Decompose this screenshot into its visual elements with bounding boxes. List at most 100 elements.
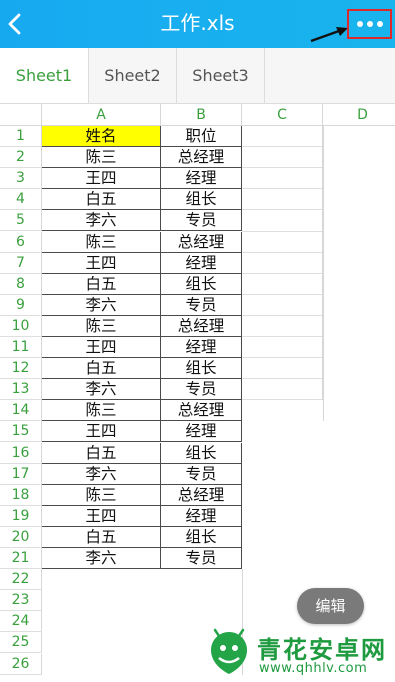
table-cell[interactable]: 王四 [42,252,161,274]
edit-button[interactable]: 编辑 [297,588,364,624]
grid-line [242,336,323,337]
table-cell[interactable]: 王四 [42,337,161,358]
tab-sheet2[interactable]: Sheet2 [89,48,177,103]
table-cell[interactable]: 陈三 [42,400,161,422]
table-cell[interactable]: 经理 [161,168,242,190]
row-header[interactable]: 11 [0,337,42,358]
table-cell[interactable]: 经理 [161,252,242,274]
table-cell[interactable]: 陈三 [42,147,161,169]
sheet-tabs: Sheet1 Sheet2 Sheet3 [0,48,395,104]
more-horizontal-icon [356,21,363,27]
table-cell[interactable]: 李六 [42,379,161,401]
row-header[interactable]: 6 [0,231,42,253]
grid-line [242,167,323,169]
table-cell[interactable]: 陈三 [42,231,161,253]
column-header-b[interactable]: B [161,104,242,126]
row-header[interactable]: 12 [0,358,42,380]
table-cell[interactable]: 白五 [42,273,161,295]
row-header[interactable]: 14 [0,400,42,422]
table-cell[interactable]: 白五 [42,189,161,211]
table-cell[interactable]: 总经理 [161,400,242,422]
table-cell[interactable]: 组长 [161,273,242,295]
grid-line [242,378,323,380]
row-header[interactable]: 24 [0,611,42,633]
grid-line [242,314,323,316]
table-cell[interactable]: 白五 [42,526,161,548]
row-header[interactable]: 18 [0,484,42,506]
row-header[interactable]: 25 [0,632,42,654]
grid-line [242,230,323,232]
row-header[interactable]: 2 [0,147,42,169]
site-watermark: 青花安卓网 www.qhhlv.com [205,628,393,682]
row-header[interactable]: 7 [0,252,42,274]
row-header[interactable]: 15 [0,421,42,443]
table-cell[interactable]: 经理 [161,421,242,443]
table-cell[interactable]: 陈三 [42,484,161,506]
table-cell[interactable]: 李六 [42,463,161,485]
row-header[interactable]: 9 [0,294,42,316]
table-cell[interactable]: 陈三 [42,315,161,337]
row-header[interactable]: 20 [0,526,42,548]
table-cell[interactable]: 专员 [161,294,242,316]
table-cell[interactable]: 李六 [42,210,161,232]
table-cell[interactable]: 专员 [161,210,242,232]
grid-line [323,126,324,422]
table-cell[interactable]: 王四 [42,505,161,527]
row-header[interactable]: 23 [0,590,42,612]
app-header: 工作.xls [0,0,395,48]
grid-line [242,399,323,401]
row-header[interactable]: 4 [0,189,42,211]
watermark-url: www.qhhlv.com [259,661,368,676]
column-header-d[interactable]: D [323,104,395,126]
row-header[interactable]: 5 [0,210,42,232]
grid-line [242,188,323,190]
table-cell[interactable]: 白五 [42,442,161,464]
table-cell[interactable]: 组长 [161,358,242,380]
header-cell[interactable]: 职位 [161,126,242,147]
table-cell[interactable]: 专员 [161,379,242,401]
row-header[interactable]: 1 [0,126,42,147]
row-header[interactable]: 26 [0,653,42,675]
row-header[interactable]: 13 [0,379,42,401]
table-cell[interactable]: 总经理 [161,315,242,337]
column-header-a[interactable]: A [42,104,161,126]
table-cell[interactable]: 王四 [42,421,161,443]
table-cell[interactable]: 经理 [161,337,242,358]
column-header-c[interactable]: C [242,104,323,126]
watermark-logo [211,628,247,674]
table-cell[interactable]: 专员 [161,463,242,485]
table-cell[interactable]: 经理 [161,505,242,527]
table-cell[interactable]: 总经理 [161,484,242,506]
grid-line [242,209,323,211]
table-cell[interactable]: 专员 [161,548,242,569]
table-cell[interactable]: 李六 [42,548,161,569]
row-header[interactable]: 3 [0,168,42,190]
grid-line [242,357,323,359]
grid-line [242,272,323,274]
table-cell[interactable]: 组长 [161,442,242,464]
grid-line [322,126,323,401]
row-header[interactable]: 19 [0,505,42,527]
header-cell[interactable]: 姓名 [42,126,161,147]
grid-line [242,293,323,295]
table-cell[interactable]: 王四 [42,168,161,190]
table-cell[interactable]: 李六 [42,294,161,316]
more-dot [366,21,373,27]
row-header[interactable]: 17 [0,463,42,485]
table-cell[interactable]: 组长 [161,189,242,211]
table-cell[interactable]: 白五 [42,358,161,380]
table-cell[interactable]: 组长 [161,526,242,548]
row-header[interactable]: 16 [0,442,42,464]
tab-sheet3[interactable]: Sheet3 [177,48,265,103]
row-header[interactable]: 22 [0,569,42,591]
more-dot [376,21,383,27]
tab-sheet1[interactable]: Sheet1 [0,48,89,103]
row-header[interactable]: 8 [0,273,42,295]
grid-corner[interactable] [0,104,42,126]
annotation-arrow [310,27,348,43]
row-header[interactable]: 10 [0,315,42,337]
table-cell[interactable]: 总经理 [161,231,242,253]
row-header[interactable]: 21 [0,548,42,569]
more-options-button[interactable] [347,9,392,39]
table-cell[interactable]: 总经理 [161,147,242,169]
